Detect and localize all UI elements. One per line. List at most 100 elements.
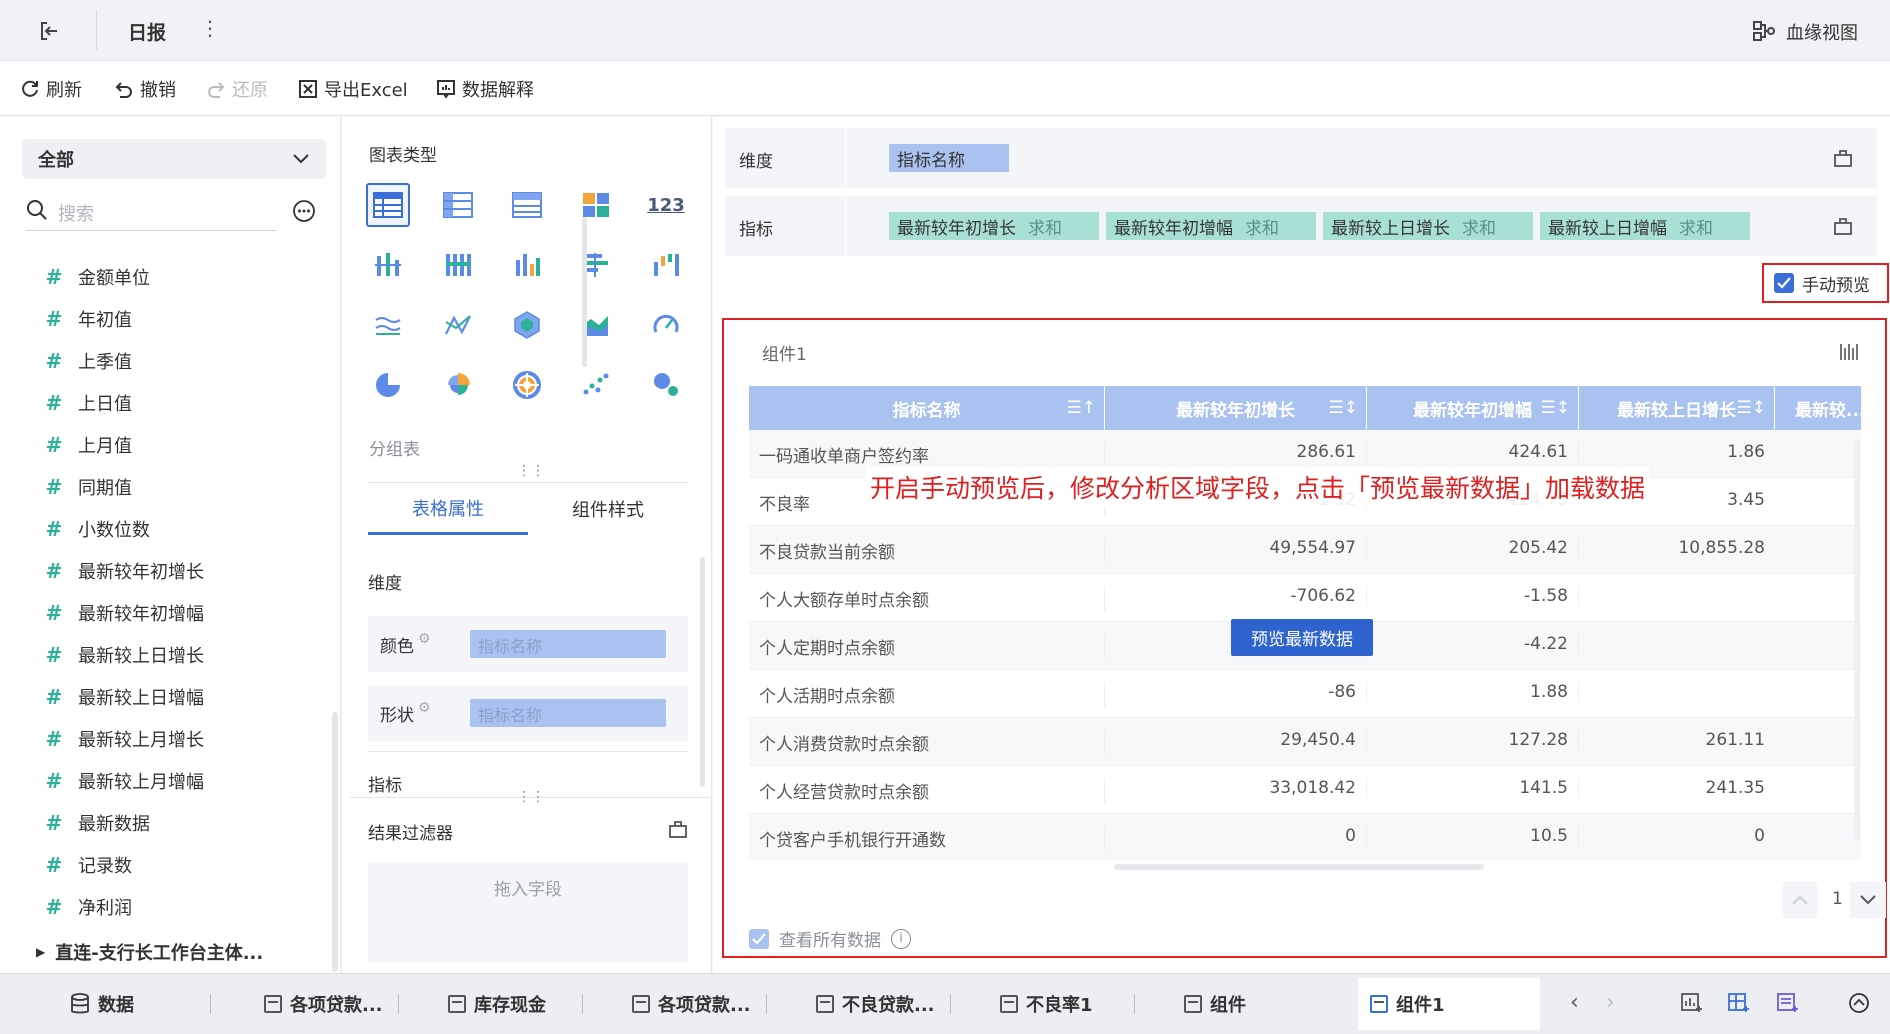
metric-pill[interactable]: 最新较年初增长 求和 (889, 212, 1099, 240)
info-icon[interactable]: i (891, 928, 911, 949)
scrollbar[interactable] (332, 712, 338, 972)
tab-data[interactable]: 数据 (70, 984, 134, 1024)
page-down-button[interactable] (1850, 882, 1886, 918)
gauge-chart-icon[interactable] (644, 303, 688, 347)
sheet-tab[interactable]: 库存现金 (448, 984, 546, 1024)
lineage-icon[interactable] (1751, 18, 1777, 44)
rose-chart-icon[interactable] (436, 363, 480, 407)
metric-settings-icon[interactable] (1833, 216, 1853, 241)
metric-pill[interactable]: 最新较上日增幅 求和 (1540, 212, 1750, 240)
shape-field-pill[interactable]: 指标名称 (470, 699, 666, 727)
sheet-tab[interactable]: 组件 (1184, 984, 1246, 1024)
chevron-left-icon[interactable]: ‹ (1570, 990, 1579, 1015)
sort-icon[interactable]: ☰↕ (1541, 398, 1570, 418)
field-item[interactable]: # 金额单位 (44, 262, 150, 292)
polyline-chart-icon[interactable] (436, 303, 480, 347)
drag-handle-icon[interactable]: ⋮⋮ (517, 789, 545, 805)
tab-table-properties[interactable]: 表格属性 (368, 483, 528, 535)
more-options-icon[interactable] (292, 199, 316, 228)
preview-latest-data-button[interactable]: 预览最新数据 (1231, 619, 1373, 656)
column-header[interactable]: 指标名称 ☰↑ (749, 386, 1105, 430)
gear-icon[interactable]: ⚙ (418, 700, 431, 716)
add-dashboard-icon[interactable] (1727, 992, 1751, 1019)
settings-scrollbar[interactable] (700, 557, 705, 787)
field-item[interactable]: # 年初值 (44, 304, 132, 334)
manual-preview-toggle[interactable]: 手动预览 (1762, 263, 1889, 303)
field-item[interactable]: # 最新较上月增长 (44, 724, 204, 754)
field-group[interactable]: ▶ 直连-支行长工作台主体... (36, 939, 263, 965)
field-item[interactable]: # 最新较上日增长 (44, 640, 204, 670)
sort-icon[interactable]: ☰↕ (1737, 398, 1766, 418)
sheet-tab[interactable]: 各项贷款... (632, 984, 751, 1024)
page-up-button[interactable] (1782, 882, 1818, 918)
field-item[interactable]: # 小数位数 (44, 514, 150, 544)
redo-button[interactable]: 还原 (206, 75, 268, 103)
gear-icon[interactable]: ⚙ (418, 631, 431, 647)
field-item[interactable]: # 净利润 (44, 892, 132, 922)
line-chart-icon[interactable] (366, 303, 410, 347)
chart-type-scrollbar[interactable] (582, 217, 587, 367)
waterfall-chart-icon[interactable] (644, 243, 688, 287)
field-item[interactable]: # 最新较年初增长 (44, 556, 204, 586)
radar-chart-icon[interactable] (505, 303, 549, 347)
search-input[interactable]: 搜索 (58, 200, 94, 226)
collapse-up-icon[interactable] (1848, 992, 1870, 1019)
sheet-tab[interactable]: 不良贷款... (816, 984, 935, 1024)
sheet-tab-active[interactable]: 组件1 (1358, 978, 1540, 1030)
view-all-data-toggle[interactable]: 查看所有数据 i (749, 926, 911, 951)
scatter-chart-icon[interactable] (574, 363, 618, 407)
metric-pill[interactable]: 最新较年初增幅 求和 (1106, 212, 1316, 240)
chevron-right-icon[interactable]: › (1606, 990, 1615, 1015)
horizontal-bar-icon[interactable] (574, 243, 618, 287)
sheet-tab[interactable]: 不良率1 (1000, 984, 1093, 1024)
grouped-bar-icon[interactable] (366, 243, 410, 287)
kpi-card-icon[interactable] (574, 183, 618, 227)
dimension-settings-icon[interactable] (1833, 148, 1853, 173)
sort-icon[interactable]: ☰↕ (1329, 398, 1358, 418)
filter-drop-zone[interactable]: 拖入字段 (368, 863, 688, 963)
column-header[interactable]: 最新较... (1775, 386, 1861, 430)
sheet-tab[interactable]: 各项贷款... (264, 984, 383, 1024)
field-item[interactable]: # 最新较上日增幅 (44, 682, 204, 712)
area-chart-icon[interactable] (574, 303, 618, 347)
table-chart-icon[interactable] (366, 183, 410, 227)
drag-handle-icon[interactable]: ⋮⋮ (517, 463, 545, 479)
sunburst-chart-icon[interactable] (505, 363, 549, 407)
field-item[interactable]: # 记录数 (44, 850, 132, 880)
add-report-icon[interactable] (1776, 992, 1800, 1019)
sort-asc-icon[interactable]: ☰↑ (1067, 398, 1096, 418)
field-item[interactable]: # 上季值 (44, 346, 132, 376)
export-excel-button[interactable]: 导出Excel (298, 75, 408, 103)
scope-select[interactable]: 全部 (22, 139, 326, 179)
metric-pill[interactable]: 最新较上日增长 求和 (1323, 212, 1533, 240)
cross-table-icon[interactable] (436, 183, 480, 227)
column-header[interactable]: 最新较上日增长 ☰↕ (1579, 386, 1775, 430)
field-item[interactable]: # 同期值 (44, 472, 132, 502)
field-item[interactable]: # 最新较年初增幅 (44, 598, 204, 628)
lineage-view-button[interactable]: 血缘视图 (1786, 19, 1858, 45)
bubble-chart-icon[interactable] (644, 363, 688, 407)
filter-settings-icon[interactable] (668, 819, 688, 844)
horizontal-scrollbar[interactable] (1114, 864, 1484, 870)
column-settings-icon[interactable] (1839, 342, 1859, 367)
number-chart-icon[interactable]: 123 (644, 183, 688, 227)
search-field[interactable]: 搜索 (26, 195, 276, 231)
pie-chart-icon[interactable] (366, 363, 410, 407)
add-component-icon[interactable] (1680, 992, 1704, 1019)
column-chart-icon[interactable] (505, 243, 549, 287)
field-item[interactable]: # 上日值 (44, 388, 132, 418)
tab-component-style[interactable]: 组件样式 (528, 483, 688, 535)
more-menu-icon[interactable]: ⋮ (200, 16, 220, 40)
field-item[interactable]: # 最新数据 (44, 808, 150, 838)
field-item[interactable]: # 上月值 (44, 430, 132, 460)
column-header[interactable]: 最新较年初增长 ☰↕ (1105, 386, 1367, 430)
vertical-scrollbar[interactable] (1854, 440, 1860, 840)
exit-icon[interactable] (36, 18, 62, 44)
refresh-button[interactable]: 刷新 (20, 75, 82, 103)
field-item[interactable]: # 最新较上月增幅 (44, 766, 204, 796)
color-field-pill[interactable]: 指标名称 (470, 630, 666, 658)
data-explain-button[interactable]: 数据解释 (436, 75, 534, 103)
dimension-pill[interactable]: 指标名称 (889, 144, 1009, 172)
column-header[interactable]: 最新较年初增幅 ☰↕ (1367, 386, 1579, 430)
detail-table-icon[interactable] (505, 183, 549, 227)
